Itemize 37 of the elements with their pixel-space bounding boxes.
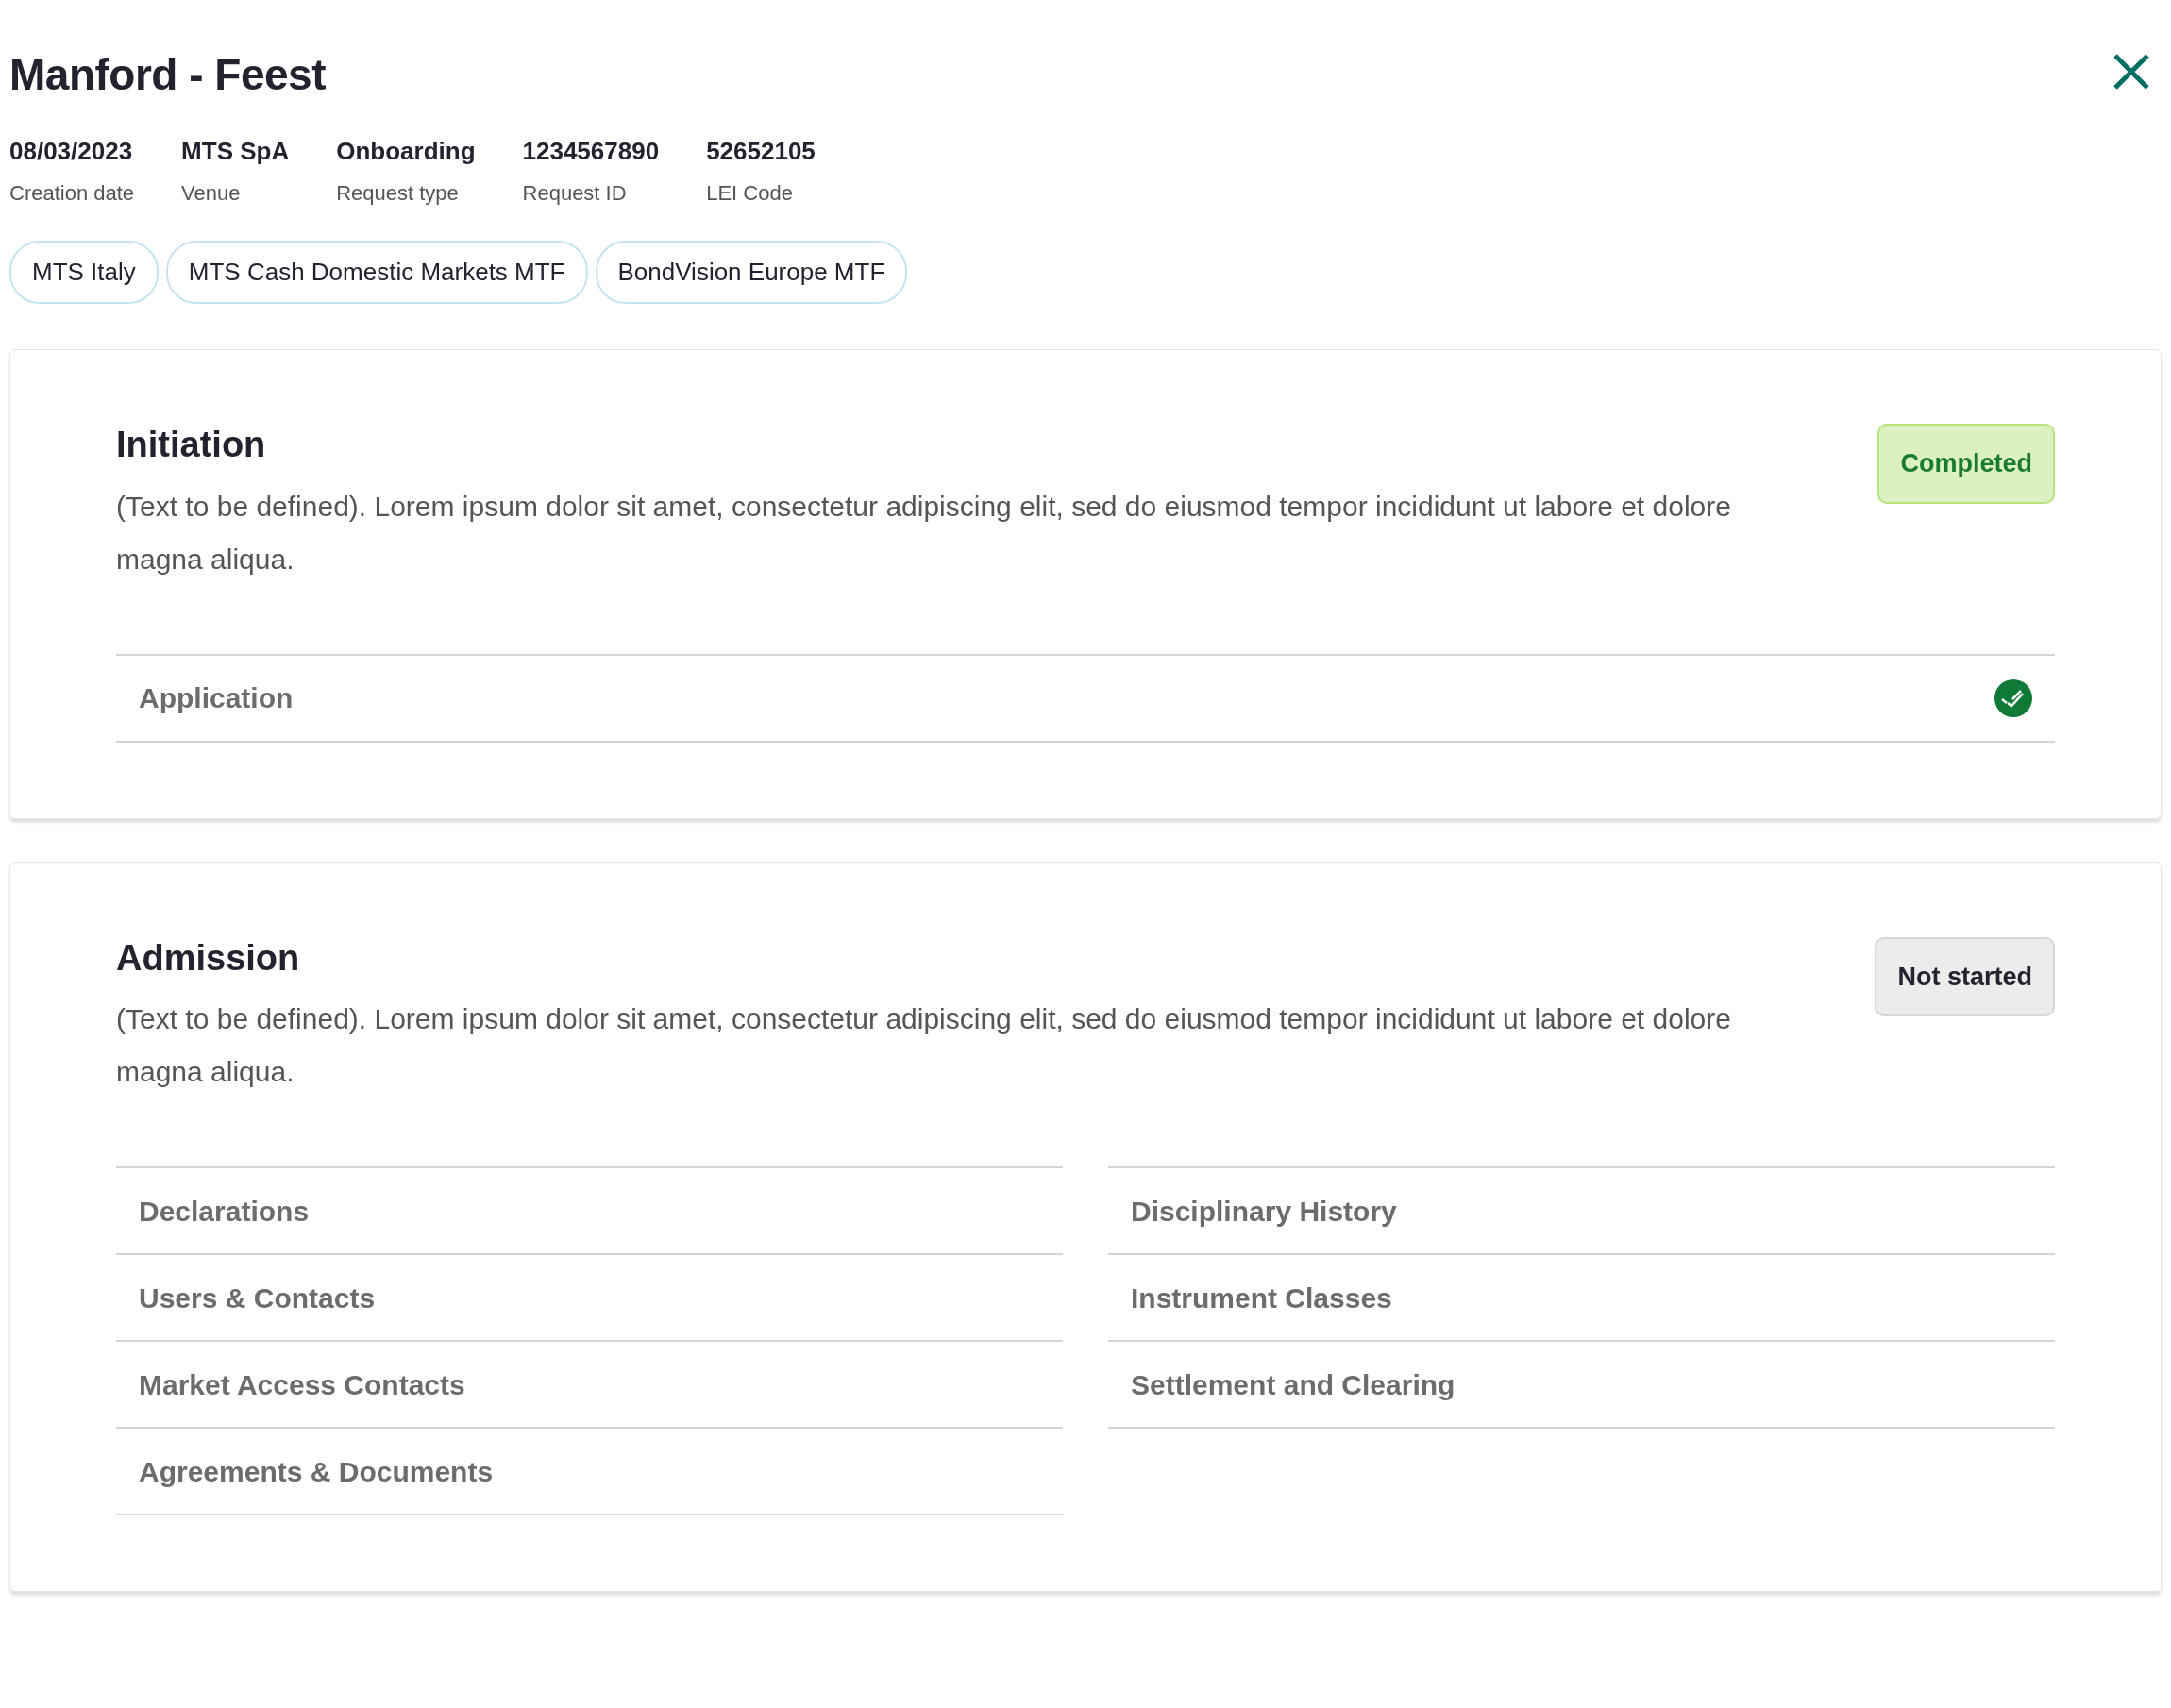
status-badge: Completed: [1877, 424, 2055, 504]
step-label: Disciplinary History: [1131, 1194, 1397, 1229]
step-label: Users & Contacts: [139, 1281, 376, 1315]
meta-value: 52652105: [706, 136, 816, 168]
venue-tag: MTS Cash Domestic Markets MTF: [165, 241, 588, 305]
step-label: Market Access Contacts: [139, 1367, 465, 1402]
section-title: Initiation: [116, 424, 267, 467]
step-label: Declarations: [139, 1194, 310, 1229]
step-row[interactable]: Application: [116, 653, 2055, 743]
meta-value: 1234567890: [522, 136, 660, 168]
step-row[interactable]: Instrument Classes: [1108, 1253, 2055, 1343]
meta-label: Request type: [336, 180, 460, 208]
meta-label: Creation date: [9, 180, 135, 208]
step-row[interactable]: Disciplinary History: [1108, 1166, 2055, 1256]
step-label: Instrument Classes: [1131, 1281, 1392, 1315]
meta-label: Venue: [181, 180, 242, 208]
meta-value: MTS SpA: [181, 136, 290, 168]
venue-tag: BondVision Europe MTF: [595, 241, 908, 305]
step-row[interactable]: Market Access Contacts: [116, 1340, 1063, 1430]
step-label: Settlement and Clearing: [1131, 1367, 1456, 1402]
section-description: (Text to be defined). Lorem ipsum dolor sit amet, consectetur adipiscing elit, sed do eiusmod tempor incididunt ut labore et dolore magna aliqua.: [116, 489, 1732, 577]
meta-label: LEI Code: [706, 180, 794, 208]
meta-value: 08/03/2023: [9, 136, 134, 168]
section-description: (Text to be defined). Lorem ipsum dolor sit amet, consectetur adipiscing elit, sed do eiusmod tempor incididunt ut labore et dolore magna aliqua.: [116, 1002, 1732, 1090]
meta-value: Onboarding: [336, 136, 476, 168]
venue-tag: MTS Italy: [9, 241, 159, 305]
meta-label: Request ID: [522, 180, 628, 208]
step-row[interactable]: Users & Contacts: [116, 1253, 1063, 1343]
step-label: Application: [139, 681, 294, 716]
close-icon: [2112, 53, 2150, 91]
step-row[interactable]: Declarations: [116, 1166, 1063, 1256]
section-title: Admission: [116, 936, 301, 980]
page-title: Manford - Feest: [9, 49, 326, 101]
step-row[interactable]: Settlement and Clearing: [1108, 1340, 2055, 1430]
step-row[interactable]: Agreements & Documents: [116, 1427, 1063, 1516]
status-badge: Not started: [1875, 936, 2055, 1017]
step-label: Agreements & Documents: [139, 1454, 494, 1489]
